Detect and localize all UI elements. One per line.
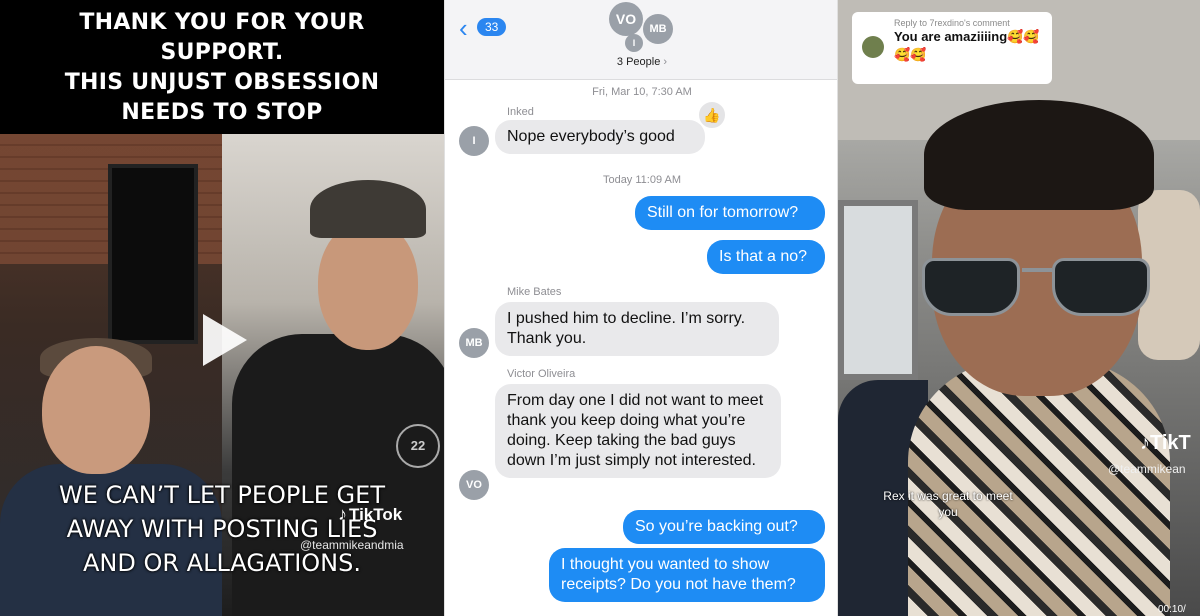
person-face — [318, 220, 418, 350]
tiktok-handle: @teammikean — [1108, 462, 1186, 476]
tiktok-video-left[interactable]: THANK YOU FOR YOUR SUPPORT. THIS UNJUST … — [0, 0, 444, 616]
sunglasses-lens — [922, 258, 1020, 316]
video-timestamp: 00:10/ — [1158, 604, 1186, 615]
avatar — [862, 36, 884, 58]
avatar: VO — [459, 470, 489, 500]
avatar: MB — [459, 328, 489, 358]
top-caption-line: THIS UNJUST OBSESSION — [64, 70, 380, 95]
screenshot-collage: THANK YOU FOR YOUR SUPPORT. THIS UNJUST … — [0, 0, 1200, 616]
outgoing-message-bubble[interactable]: Is that a no? — [707, 240, 825, 274]
reply-header: Reply to 7rexdino's comment — [894, 18, 1010, 28]
incoming-message-bubble[interactable]: I pushed him to decline. I’m sorry. Than… — [495, 302, 779, 356]
conversation-header: ‹ 33 VO MB I 3 People › — [445, 0, 837, 80]
chevron-right-icon: › — [663, 56, 668, 68]
play-icon[interactable] — [203, 314, 247, 366]
car-window — [838, 200, 918, 380]
tiktok-watermark: ♪TikT — [1140, 432, 1191, 455]
shirt-badge: 22 — [396, 424, 440, 468]
thumbs-up-icon[interactable]: 👍 — [697, 100, 727, 130]
tiktok-video-right[interactable]: Reply to 7rexdino's comment You are amaz… — [838, 0, 1200, 616]
timestamp: Fri, Mar 10, 7:30 AM — [592, 86, 692, 98]
sender-name: Inked — [507, 106, 534, 118]
sunglasses-lens — [1052, 258, 1150, 316]
timestamp: Today 11:09 AM — [602, 174, 682, 186]
outgoing-message-bubble[interactable]: Still on for tomorrow? — [635, 196, 825, 230]
top-caption: THANK YOU FOR YOUR SUPPORT. THIS UNJUST … — [0, 0, 444, 134]
background-window — [108, 164, 198, 344]
outgoing-message-bubble[interactable]: So you’re backing out? — [623, 510, 825, 544]
overlay-comment: Rex it was great to meet you — [883, 489, 1013, 519]
tiktok-watermark: ♪ TikTok — [338, 504, 402, 525]
unread-count-badge[interactable]: 33 — [477, 18, 507, 36]
imessage-conversation: ‹ 33 VO MB I 3 People › Fri, Mar 10, 7:3… — [444, 0, 838, 616]
top-caption-line: THANK YOU FOR YOUR — [79, 10, 365, 35]
back-chevron-icon[interactable]: ‹ — [459, 15, 468, 41]
tiktok-wordmark: TikTok — [349, 505, 403, 524]
person-hair — [924, 100, 1154, 210]
incoming-message-bubble[interactable]: From day one I did not want to meet than… — [495, 384, 781, 478]
tiktok-note-icon: ♪ — [338, 504, 347, 524]
group-people-link[interactable]: 3 People › — [445, 56, 837, 68]
sender-name: Mike Bates — [507, 286, 562, 298]
tiktok-note-icon: ♪ — [1140, 432, 1150, 454]
avatar[interactable]: VO — [609, 2, 643, 36]
sender-name: Victor Oliveira — [507, 368, 576, 380]
person-face — [42, 346, 150, 474]
top-caption-line: NEEDS TO STOP — [121, 100, 323, 125]
reply-comment-text: You are amaziiiing🥰🥰🥰🥰 — [894, 29, 1040, 62]
tiktok-handle: @teammikeandmia — [300, 538, 404, 552]
sunglasses — [922, 258, 1152, 318]
outgoing-message-bubble[interactable]: I thought you wanted to show receipts? D… — [549, 548, 825, 602]
incoming-message-bubble[interactable]: Nope everybody’s good — [495, 120, 705, 154]
tiktok-wordmark: TikT — [1150, 432, 1191, 454]
avatar[interactable]: I — [625, 34, 643, 52]
top-caption-line: SUPPORT. — [160, 40, 284, 65]
group-label: 3 People — [616, 56, 661, 68]
person-cap — [310, 180, 426, 238]
sunglasses-bridge — [1022, 268, 1052, 272]
bottom-caption: WE CAN’T LET PEOPLE GET AWAY WITH POSTIN… — [0, 478, 444, 580]
reply-comment-card[interactable]: Reply to 7rexdino's comment You are amaz… — [852, 12, 1052, 84]
avatar[interactable]: MB — [643, 14, 673, 44]
avatar: I — [459, 126, 489, 156]
